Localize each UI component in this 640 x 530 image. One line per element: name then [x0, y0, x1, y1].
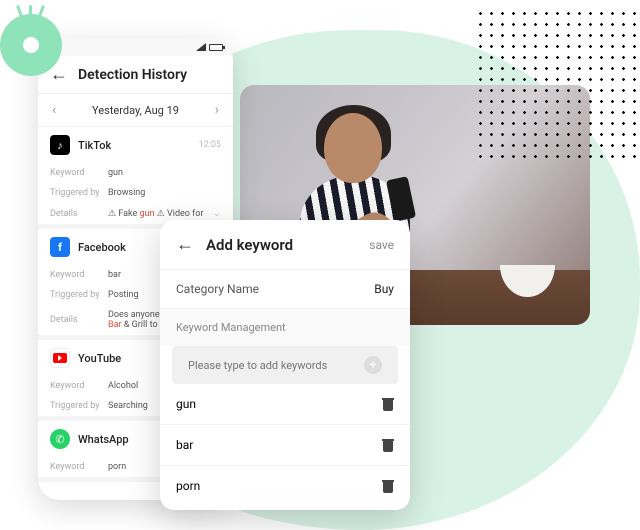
keyword-text: bar: [176, 438, 193, 452]
phone-header: ← Detection History: [38, 56, 233, 94]
category-label: Category Name: [176, 282, 259, 296]
chevron-down-icon[interactable]: ⌄: [213, 208, 221, 219]
add-keyword-row: +: [172, 346, 398, 384]
category-row[interactable]: Category Name Buy: [160, 269, 410, 309]
signal-icon: [196, 43, 206, 51]
app-name: TikTok: [78, 139, 111, 152]
add-keyword-card: ← Add keyword save Category Name Buy Key…: [160, 220, 410, 510]
keyword-row: gun: [160, 384, 410, 425]
save-button[interactable]: save: [369, 238, 394, 252]
detection-time: 12:05: [199, 140, 221, 150]
details-value: ⚠ Fake gun ⚠ Video for: [108, 209, 213, 219]
status-bar: [38, 38, 233, 56]
date-selector: ‹ Yesterday, Aug 19 ›: [38, 94, 233, 127]
app-name: Facebook: [78, 241, 126, 254]
trash-icon[interactable]: [382, 439, 394, 452]
chevron-right-icon[interactable]: ›: [215, 102, 219, 118]
keyword-row: porn: [160, 466, 410, 506]
trash-icon[interactable]: [382, 480, 394, 493]
keyword-text: gun: [176, 397, 196, 411]
app-name: YouTube: [78, 352, 121, 365]
whatsapp-icon: ✆: [50, 429, 70, 449]
chevron-left-icon[interactable]: ‹: [52, 102, 56, 118]
detection-section: ♪ TikTok 12:05 Keywordgun Triggered byBr…: [38, 127, 233, 229]
keyword-input[interactable]: [188, 359, 364, 372]
eye-logo-icon: [0, 14, 62, 76]
card-title: Add keyword: [206, 236, 293, 254]
plus-icon[interactable]: +: [364, 356, 382, 374]
battery-icon: [209, 44, 223, 51]
tiktok-icon: ♪: [50, 135, 70, 155]
youtube-icon: [50, 348, 70, 368]
trigger-value: Browsing: [108, 188, 221, 198]
category-value: Buy: [374, 282, 394, 296]
keyword-management-header: Keyword Management: [160, 309, 410, 346]
date-label: Yesterday, Aug 19: [92, 104, 179, 117]
back-icon[interactable]: ←: [176, 234, 194, 255]
keyword-row: bar: [160, 425, 410, 466]
keyword-value: gun: [108, 168, 221, 178]
trash-icon[interactable]: [382, 398, 394, 411]
facebook-icon: f: [50, 237, 70, 257]
app-name: WhatsApp: [78, 433, 129, 446]
keyword-text: porn: [176, 479, 200, 493]
page-title: Detection History: [78, 67, 187, 83]
dot-pattern: [475, 8, 640, 163]
